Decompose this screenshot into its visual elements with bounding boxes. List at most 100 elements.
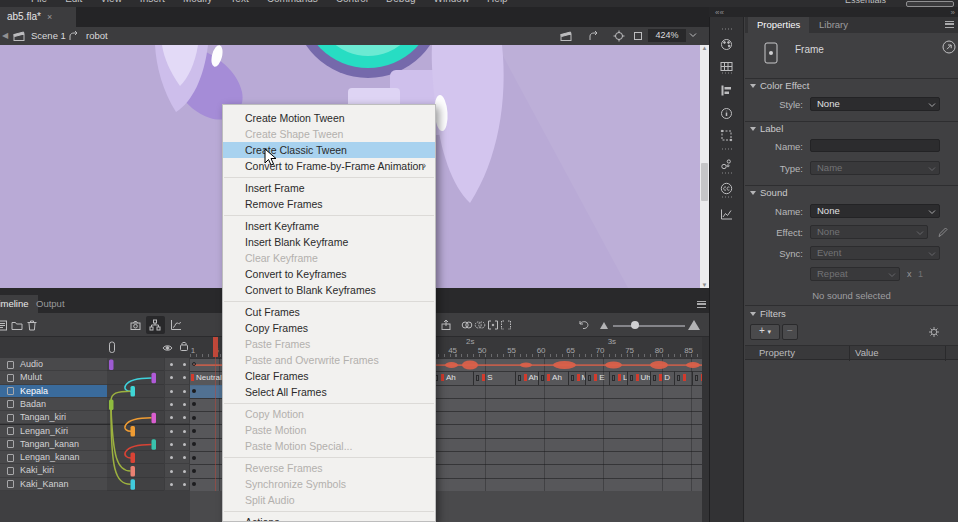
new-folder-button[interactable] xyxy=(11,319,23,331)
context-menu-item[interactable]: Insert Keyframe xyxy=(223,218,435,234)
snippets-panel-icon[interactable] xyxy=(720,158,733,171)
layer-name[interactable]: Lengan_Kiri xyxy=(0,425,107,438)
label-name-input[interactable] xyxy=(810,139,940,152)
context-menu-item[interactable]: Convert to Frame-by-Frame Animation› xyxy=(223,158,435,174)
menu-modify[interactable]: Modify xyxy=(174,0,221,4)
section-label[interactable]: Label xyxy=(745,123,958,137)
layer-name[interactable]: Tangan_kiri xyxy=(0,411,107,424)
menu-file[interactable]: File xyxy=(22,0,56,4)
context-menu-item[interactable]: Create Classic Tween xyxy=(223,142,435,158)
layer-keyframe[interactable] xyxy=(192,416,196,420)
mouth-segment[interactable]: S xyxy=(473,371,514,384)
context-menu-item[interactable]: Remove Frames xyxy=(223,196,435,212)
mouth-segment[interactable]: M xyxy=(568,371,586,384)
stage-vertical-scrollbar[interactable]: ▲ ▼ xyxy=(700,45,709,288)
scrollbar-thumb[interactable] xyxy=(701,163,708,201)
sound-name-dropdown[interactable]: None xyxy=(810,204,940,218)
style-dropdown[interactable]: None xyxy=(810,97,940,111)
layer-keyframe[interactable] xyxy=(192,402,196,406)
delete-layer-button[interactable] xyxy=(26,319,38,331)
menu-help[interactable]: Help xyxy=(478,0,517,4)
menu-text[interactable]: Text xyxy=(221,0,257,4)
menu-insert[interactable]: Insert xyxy=(131,0,174,4)
center-frame-button[interactable] xyxy=(613,30,625,42)
expand-panels-icon[interactable]: » xyxy=(951,8,955,17)
context-menu-item[interactable]: Convert to Blank Keyframes xyxy=(223,282,435,298)
collapse-panels-icon[interactable]: «« xyxy=(715,8,724,17)
panel-group-handle[interactable] xyxy=(722,28,733,30)
mouth-segment[interactable] xyxy=(674,371,692,384)
mouth-segment[interactable]: Ah xyxy=(515,371,539,384)
new-layer-button[interactable] xyxy=(0,319,9,331)
info-panel-icon[interactable] xyxy=(720,107,733,120)
menu-window[interactable]: Window xyxy=(425,0,479,4)
mouth-segment[interactable]: S xyxy=(692,371,703,384)
onion-outline-button[interactable] xyxy=(474,319,486,331)
zoom-out-frames-icon[interactable] xyxy=(600,322,608,329)
motion-editor-panel-icon[interactable] xyxy=(720,208,733,221)
context-menu-item[interactable]: Cut Frames xyxy=(223,304,435,320)
convert-arrow-icon[interactable] xyxy=(942,40,956,54)
context-menu-item[interactable]: Convert to Keyframes xyxy=(223,266,435,282)
menu-commands[interactable]: Commands xyxy=(258,0,327,4)
mouth-segment[interactable]: L xyxy=(609,371,627,384)
panel-menu-icon[interactable] xyxy=(945,21,954,28)
workspace-switcher[interactable]: Essentials xyxy=(845,0,886,5)
breadcrumb-symbol[interactable]: robot xyxy=(86,27,108,45)
context-menu-item[interactable]: Clear Frames xyxy=(223,368,435,384)
layer-name[interactable]: Mulut xyxy=(0,371,107,384)
mouth-segment[interactable]: E xyxy=(585,371,609,384)
context-menu-item[interactable]: Copy Frames xyxy=(223,320,435,336)
layer-name[interactable]: Kaki_Kanan xyxy=(0,478,107,491)
edit-multiple-frames-button[interactable] xyxy=(487,319,499,331)
context-menu-item[interactable]: Insert Blank Keyframe xyxy=(223,234,435,250)
playhead-handle[interactable] xyxy=(213,337,218,357)
tab-library[interactable]: Library xyxy=(811,17,856,33)
layer-name[interactable]: Tangan_kanan xyxy=(0,438,107,451)
reset-timeline-zoom-button[interactable] xyxy=(578,319,590,331)
scroll-up-icon[interactable]: ▲ xyxy=(700,45,709,51)
layer-name[interactable]: Kaki_kiri xyxy=(0,464,107,477)
color-panel-icon[interactable] xyxy=(720,38,733,51)
mouth-segment[interactable]: Uh xyxy=(627,371,651,384)
layer-keyframe[interactable] xyxy=(192,389,196,393)
layer-keyframe[interactable] xyxy=(192,482,196,486)
filter-options-gear-icon[interactable] xyxy=(928,326,940,338)
onion-skin-button[interactable] xyxy=(461,319,473,331)
cc-libraries-panel-icon[interactable] xyxy=(720,182,733,195)
edit-symbols-button[interactable] xyxy=(588,30,600,42)
zoom-in-frames-icon[interactable] xyxy=(688,320,700,330)
document-tab[interactable]: ab5.fla*× xyxy=(0,7,76,27)
align-panel-icon[interactable] xyxy=(720,84,733,97)
mouth-segment[interactable]: D xyxy=(650,371,674,384)
timeline-zoom-slider[interactable] xyxy=(613,325,685,327)
zoom-level-input[interactable]: 424% xyxy=(648,29,686,42)
zoom-dropdown-icon[interactable] xyxy=(689,32,697,38)
layer-name[interactable]: Lengan_kanan xyxy=(0,451,107,464)
section-filters[interactable]: Filters xyxy=(745,308,958,322)
section-color-effect[interactable]: Color Effect xyxy=(745,80,958,94)
section-sound[interactable]: Sound xyxy=(745,187,958,201)
camera-button[interactable] xyxy=(130,319,142,331)
close-icon[interactable]: × xyxy=(47,12,52,22)
tab-output[interactable]: Output xyxy=(30,295,71,313)
layer-name[interactable]: Kepala xyxy=(0,385,107,398)
export-button[interactable] xyxy=(440,319,452,331)
back-icon[interactable]: ◀ xyxy=(2,27,8,45)
clip-content-button[interactable] xyxy=(632,30,644,42)
menu-debug[interactable]: Debug xyxy=(377,0,424,4)
menu-edit[interactable]: Edit xyxy=(56,0,91,4)
parenting-view-toggle[interactable] xyxy=(146,316,165,334)
mouth-segment[interactable]: Ah xyxy=(538,371,568,384)
context-menu-item[interactable]: Actions xyxy=(223,514,435,522)
layer-keyframe[interactable] xyxy=(192,469,196,473)
graph-editor-button[interactable] xyxy=(170,319,182,331)
tab-properties[interactable]: Properties xyxy=(748,17,809,33)
layer-keyframe[interactable] xyxy=(192,442,196,446)
menu-control[interactable]: Control xyxy=(327,0,377,4)
search-input[interactable] xyxy=(906,1,954,7)
breadcrumb-scene[interactable]: Scene 1 xyxy=(31,27,66,45)
panel-group-handle[interactable] xyxy=(722,196,733,198)
layer-name[interactable]: Badan xyxy=(0,398,107,411)
context-menu-item[interactable]: Insert Frame xyxy=(223,180,435,196)
